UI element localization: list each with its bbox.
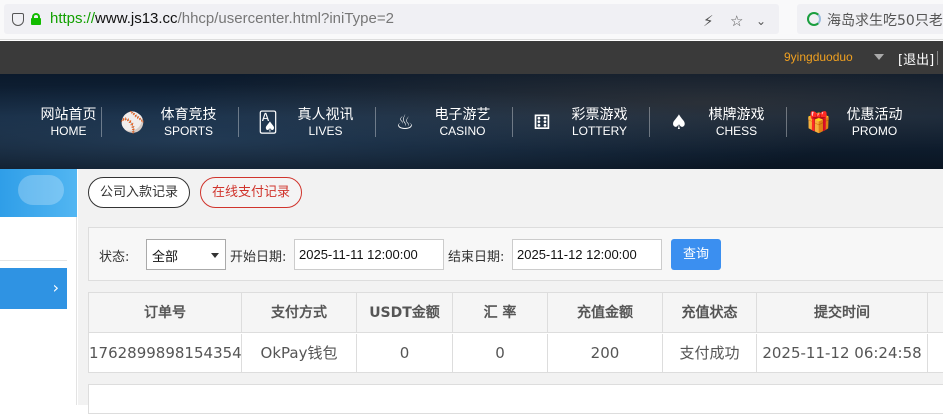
nav-label-en: LIVES	[308, 124, 343, 138]
table-cell: 1762899898154354	[89, 334, 242, 373]
table-cell: 200	[548, 334, 663, 373]
column-header: 订单号	[89, 293, 242, 333]
status-label: 状态:	[99, 250, 130, 265]
url-text[interactable]: https://www.js13.cc/hhcp/usercenter.html…	[50, 10, 394, 27]
tab-deposit-records[interactable]: 公司入款记录	[88, 177, 190, 208]
table-cell: OkPay钱包	[242, 334, 357, 373]
summary-panel	[88, 384, 943, 414]
chevron-down-icon	[211, 253, 219, 258]
sidebar	[0, 217, 77, 405]
table-cell: 2025-11-12 06:24:58	[757, 334, 928, 373]
browser-toolbar: https://www.js13.cc/hhcp/usercenter.html…	[0, 0, 943, 40]
nav-item-promo[interactable]: 🎁 优惠活动 PROMO	[806, 74, 943, 169]
sidebar-item-active[interactable]: ›	[0, 268, 67, 309]
nav-item-sports[interactable]: ⚾ 体育竞技 SPORTS	[120, 74, 257, 169]
column-header: 支付方式	[242, 293, 357, 333]
nav-label-en: LOTTERY	[571, 124, 628, 138]
nav-label: 优惠活动	[846, 107, 903, 123]
caret-down-icon[interactable]	[874, 54, 884, 60]
nav-label-en: PROMO	[851, 124, 898, 138]
nav-label-en: SPORTS	[163, 124, 214, 138]
column-header: USDT金额	[357, 293, 453, 333]
column-header: 充值金额	[548, 293, 663, 333]
end-date-label: 结束日期:	[448, 250, 505, 265]
main-nav: 网站首页 HOME ⚾ 体育竞技 SPORTS 🂡 真人视讯 LIVES ♨ 电…	[0, 74, 943, 169]
nav-label-en: CASINO	[439, 124, 486, 138]
nav-label: 体育竞技	[160, 107, 217, 123]
star-icon[interactable]: ☆	[730, 12, 743, 30]
nav-item-chess[interactable]: ♠ 棋牌游戏 CHESS	[668, 74, 805, 169]
address-bar[interactable]: https://www.js13.cc/hhcp/usercenter.html…	[4, 4, 779, 34]
nav-label: 真人视讯	[297, 107, 354, 123]
lightning-icon[interactable]: ⚡	[703, 12, 714, 30]
nav-label: 彩票游戏	[571, 107, 628, 123]
nav-item-casino[interactable]: ♨ 电子游艺 CASINO	[394, 74, 531, 169]
nav-divider	[238, 107, 239, 137]
tab-online-payment-records[interactable]: 在线支付记录	[200, 177, 302, 208]
table-cell: 0	[453, 334, 548, 373]
nav-label-en: HOME	[50, 124, 87, 138]
column-header: 汇 率	[453, 293, 548, 333]
nav-divider	[649, 107, 650, 137]
gamepad-icon	[18, 175, 64, 205]
nav-label: 棋牌游戏	[708, 107, 765, 123]
records-table: 订单号 支付方式 USDT金额 汇 率 充值金额 充值状态 提交时间 17628…	[88, 292, 943, 373]
nav-divider	[101, 107, 102, 137]
nav-divider	[375, 107, 376, 137]
chevron-down-icon[interactable]: ⌄	[756, 14, 766, 28]
status-value: 全部	[152, 250, 179, 265]
nav-divider	[512, 107, 513, 137]
column-header: 提交时间	[757, 293, 928, 333]
nav-label: 电子游艺	[434, 107, 491, 123]
start-date-label: 开始日期:	[230, 250, 287, 265]
shield-icon[interactable]	[12, 13, 24, 26]
column-header: 充值状态	[663, 293, 757, 333]
user-bar: 9yingduoduo [退出]	[0, 41, 943, 74]
table-header: 订单号 支付方式 USDT金额 汇 率 充值金额 充值状态 提交时间	[89, 293, 943, 333]
divider	[937, 51, 938, 65]
table-cell: 支付成功	[663, 334, 757, 373]
main-content: 公司入款记录 在线支付记录 状态: 全部 开始日期: 2025-11-11 12…	[78, 169, 943, 414]
nav-divider	[786, 107, 787, 137]
username[interactable]: 9yingduoduo	[784, 50, 853, 64]
filter-bar: 状态: 全部 开始日期: 2025-11-11 12:00:00 结束日期: 2…	[88, 227, 943, 281]
sidebar-divider	[0, 260, 67, 261]
nav-label-en: CHESS	[715, 124, 758, 138]
end-date-input[interactable]: 2025-11-12 12:00:00	[512, 239, 662, 270]
nav-item-lottery[interactable]: ⚅ 彩票游戏 LOTTERY	[531, 74, 668, 169]
loading-icon	[807, 12, 821, 26]
tab-title: 海岛求生吃50只老	[827, 13, 943, 29]
status-select[interactable]: 全部	[146, 239, 226, 270]
nav-label: 网站首页	[40, 107, 97, 123]
nav-item-lives[interactable]: 🂡 真人视讯 LIVES	[257, 74, 394, 169]
sidebar-banner	[0, 169, 77, 217]
logout-link[interactable]: [退出]	[898, 49, 934, 68]
lock-icon[interactable]	[31, 13, 41, 25]
other-tab[interactable]: 海岛求生吃50只老	[797, 4, 943, 34]
nav-item-home[interactable]: 网站首页 HOME	[0, 74, 122, 169]
chevron-right-icon: ›	[52, 278, 59, 297]
table-cell: 0	[357, 334, 453, 373]
start-date-input[interactable]: 2025-11-11 12:00:00	[294, 239, 444, 270]
query-button[interactable]: 查询	[671, 239, 721, 270]
